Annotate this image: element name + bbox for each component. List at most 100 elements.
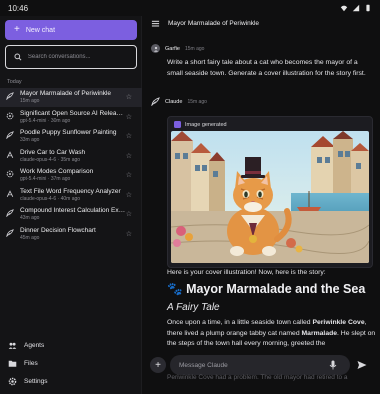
- attach-button[interactable]: +: [150, 357, 166, 373]
- star-icon[interactable]: ☆: [126, 171, 132, 179]
- conversation-text: Drive Car to Car Wash claude-opus-4-6 · 3…: [20, 147, 126, 163]
- menu-icon[interactable]: [151, 19, 160, 28]
- assistant-name: Claude: [165, 98, 183, 105]
- image-generated-label: Image generated: [185, 121, 227, 128]
- cover-illustration[interactable]: [171, 131, 369, 263]
- conversation-title: Text File Word Frequency Analyzer: [20, 187, 121, 195]
- agents-label: Agents: [24, 342, 45, 349]
- conversation-item[interactable]: Drive Car to Car Wash claude-opus-4-6 · 3…: [0, 147, 142, 166]
- conversation-title: Dinner Decision Flowchart: [20, 226, 96, 234]
- conversation-title: Significant Open Source AI Releases: [20, 109, 126, 117]
- story-heading: 🐾 Mayor Marmalade and the Sea: [167, 282, 365, 297]
- folder-icon: [8, 360, 17, 367]
- new-chat-button[interactable]: + New chat: [5, 20, 137, 40]
- settings-label: Settings: [24, 378, 48, 385]
- wifi-icon: [340, 5, 348, 12]
- conversation-text: Poodle Puppy Sunflower Painting 33m ago: [20, 127, 126, 143]
- search-box[interactable]: [5, 45, 137, 69]
- user-timestamp: 15m ago: [184, 45, 205, 52]
- user-message-header: Garfie 15m ago: [151, 44, 204, 53]
- conversation-item[interactable]: Compound Interest Calculation Exa... 43m …: [0, 205, 142, 224]
- conversation-subtitle: 45m ago: [20, 234, 40, 241]
- signal-icon: [352, 4, 360, 12]
- claude-icon: [6, 150, 14, 158]
- section-label-today: Today: [7, 79, 22, 85]
- story-bold-place: Periwinkle Cove: [312, 319, 365, 326]
- story-subheading: A Fairy Tale: [167, 302, 220, 313]
- quill-icon: [6, 209, 14, 217]
- conversation-subtitle: 15m ago: [20, 98, 40, 104]
- conversation-item[interactable]: Dinner Decision Flowchart 45m ago ☆: [0, 225, 142, 244]
- plus-icon: +: [14, 24, 20, 35]
- conversation-item[interactable]: Poodle Puppy Sunflower Painting 33m ago ☆: [0, 127, 142, 146]
- conversation-subtitle: claude-opus-4-6 · 35m ago: [20, 156, 81, 163]
- story-paragraph: Once upon a time, in a little seaside to…: [167, 318, 377, 350]
- conversation-item[interactable]: Work Modes Comparison gpt-5.4-mini · 37m …: [0, 166, 142, 185]
- sidebar-item-agents[interactable]: Agents: [8, 341, 44, 350]
- user-name: Garfie: [165, 45, 180, 52]
- agents-icon: [8, 342, 17, 349]
- message-input-placeholder: Message Claude: [179, 361, 228, 369]
- quill-icon: [6, 228, 14, 237]
- star-icon[interactable]: ☆: [126, 152, 132, 160]
- status-bar: 10:46: [0, 0, 380, 16]
- star-icon[interactable]: ☆: [126, 93, 132, 101]
- conversation-text: Dinner Decision Flowchart 45m ago: [20, 225, 126, 241]
- conversation-text: Text File Word Frequency Analyzer claude-…: [20, 186, 126, 202]
- conversation-title: Work Modes Comparison: [20, 168, 94, 175]
- conversation-subtitle: claude-opus-4-6 · 40m ago: [20, 195, 81, 202]
- new-chat-label: New chat: [25, 26, 56, 34]
- conversation-subtitle: gpt-5.4-mini · 30m ago: [20, 117, 71, 124]
- chat-title: Mayor Marmalade of Periwinkle: [168, 19, 260, 27]
- send-icon[interactable]: [357, 360, 367, 370]
- story-continuation-faded: Periwinkle Cove had a problem. The old m…: [167, 374, 348, 381]
- files-label: Files: [24, 360, 38, 367]
- status-time: 10:46: [8, 3, 29, 13]
- conversation-title: Poodle Puppy Sunflower Painting: [20, 129, 117, 136]
- conversation-item[interactable]: Mayor Marmalade of Periwinkle 15m ago ☆: [0, 88, 142, 107]
- conversation-text: Compound Interest Calculation Exa... 43m …: [20, 205, 126, 221]
- conversation-subtitle: 43m ago: [20, 215, 40, 221]
- generated-image-card[interactable]: Image generated: [167, 116, 373, 268]
- openai-icon: [6, 112, 14, 119]
- star-icon[interactable]: ☆: [126, 113, 132, 121]
- sidebar-item-files[interactable]: Files: [8, 359, 38, 368]
- openai-icon: [6, 170, 14, 178]
- mic-icon[interactable]: [329, 360, 337, 370]
- conversation-title: Mayor Marmalade of Periwinkle: [20, 90, 112, 97]
- story-text: Once upon a time, in a little seaside to…: [167, 319, 313, 326]
- assistant-intro-text: Here is your cover illustration! Now, he…: [167, 269, 326, 276]
- claude-icon: [6, 189, 14, 197]
- message-input[interactable]: Message Claude: [170, 355, 350, 375]
- quill-icon: [151, 97, 160, 106]
- search-input[interactable]: [27, 54, 136, 60]
- conversation-text: Work Modes Comparison gpt-5.4-mini · 37m …: [20, 166, 126, 182]
- star-icon[interactable]: ☆: [126, 132, 132, 140]
- conversation-title: Drive Car to Car Wash: [20, 148, 86, 156]
- star-icon[interactable]: ☆: [126, 210, 132, 218]
- sidebar: + New chat Today Mayor Marmalade of Peri…: [0, 16, 142, 394]
- search-icon: [14, 53, 22, 61]
- story-title: Mayor Marmalade and the Sea: [186, 282, 366, 296]
- quill-icon: [6, 92, 14, 100]
- star-icon[interactable]: ☆: [126, 191, 132, 199]
- quill-icon: [6, 131, 14, 139]
- user-message-text: Write a short fairy tale about a cat who…: [167, 59, 366, 77]
- star-icon[interactable]: ☆: [126, 230, 132, 238]
- conversation-item[interactable]: Text File Word Frequency Analyzer claude-…: [0, 186, 142, 205]
- sidebar-item-settings[interactable]: Settings: [8, 377, 48, 386]
- gear-icon: [8, 377, 17, 386]
- conversation-item[interactable]: Significant Open Source AI Releases gpt-5…: [0, 108, 142, 127]
- conversation-text: Mayor Marmalade of Periwinkle 15m ago: [20, 88, 126, 104]
- paw-emoji-icon: 🐾: [167, 282, 183, 296]
- user-icon: [153, 46, 158, 52]
- image-caption: Image generated: [174, 121, 227, 128]
- conversation-subtitle: 33m ago: [20, 137, 40, 143]
- top-bar: Mayor Marmalade of Periwinkle: [142, 16, 380, 30]
- chat-main: Mayor Marmalade of Periwinkle Garfie 15m…: [142, 16, 380, 394]
- story-bold-name: Marmalade: [301, 329, 338, 337]
- conversation-subtitle: gpt-5.4-mini · 37m ago: [20, 176, 71, 182]
- assistant-timestamp: 15m ago: [187, 98, 207, 105]
- cat-mayor-illustration: [171, 131, 369, 263]
- avatar: [151, 44, 160, 53]
